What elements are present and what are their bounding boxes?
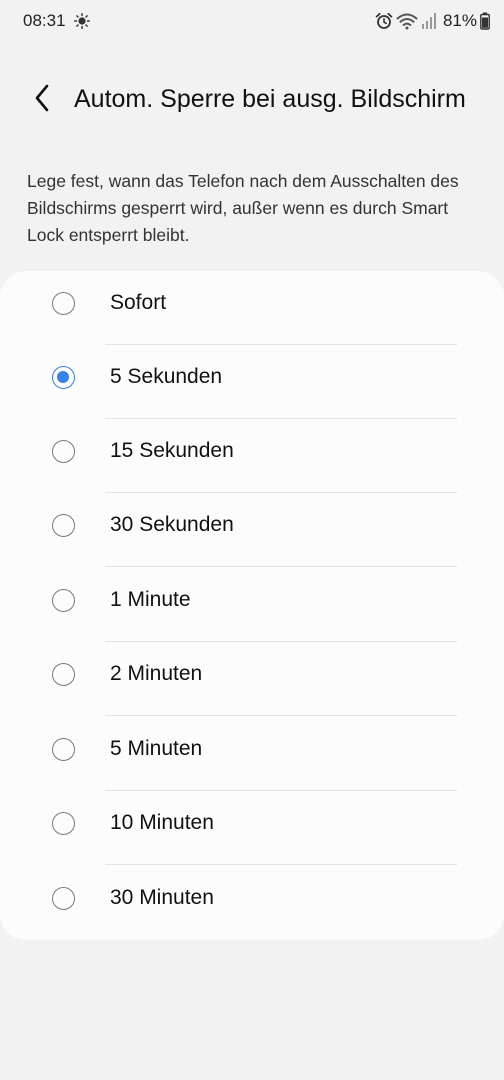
radio-button[interactable] (52, 589, 75, 612)
option-label: 30 Sekunden (110, 513, 234, 536)
option-30-sekunden[interactable]: 30 Sekunden (0, 493, 504, 567)
battery-icon (480, 12, 490, 30)
option-label: 2 Minuten (110, 662, 203, 685)
option-5-minuten[interactable]: 5 Minuten (0, 717, 504, 791)
option-label: Sofort (110, 291, 167, 314)
option-label: 5 Sekunden (110, 365, 223, 388)
options-list: Sofort 5 Sekunden 15 Sekunden 30 Sekunde… (0, 271, 504, 940)
option-30-minuten[interactable]: 30 Minuten (0, 866, 504, 940)
option-label: 5 Minuten (110, 737, 203, 760)
radio-button[interactable] (52, 738, 75, 761)
option-label: 1 Minute (110, 588, 191, 611)
radio-button[interactable] (52, 366, 75, 389)
option-1-minute[interactable]: 1 Minute (0, 568, 504, 642)
option-15-sekunden[interactable]: 15 Sekunden (0, 419, 504, 493)
option-5-sekunden[interactable]: 5 Sekunden (0, 345, 504, 419)
status-time: 08:31 (23, 11, 66, 30)
option-10-minuten[interactable]: 10 Minuten (0, 791, 504, 865)
radio-button[interactable] (52, 663, 75, 686)
sun-icon (74, 13, 90, 29)
status-icons: 81% (375, 10, 490, 32)
radio-button[interactable] (52, 292, 75, 315)
option-label: 30 Minuten (110, 886, 214, 909)
page-title: Autom. Sperre bei ausg. Bildschirm (74, 85, 466, 113)
option-2-minuten[interactable]: 2 Minuten (0, 642, 504, 716)
divider (105, 864, 457, 865)
battery-percentage: 81% (442, 11, 477, 30)
description-text: Lege fest, wann das Telefon nach dem Aus… (27, 171, 459, 245)
option-label: 10 Minuten (110, 811, 214, 834)
signal-icon (421, 12, 437, 30)
status-bar: 08:31 81% (0, 0, 504, 44)
option-label: 15 Sekunden (110, 439, 234, 462)
back-button[interactable] (22, 78, 62, 122)
radio-button[interactable] (52, 514, 75, 537)
radio-button[interactable] (52, 812, 75, 835)
wifi-icon (396, 12, 418, 30)
divider (105, 566, 457, 567)
radio-button[interactable] (52, 440, 75, 463)
chevron-left-icon (33, 84, 51, 117)
alarm-icon (375, 12, 393, 30)
option-sofort[interactable]: Sofort (0, 271, 504, 345)
radio-button[interactable] (52, 887, 75, 910)
app-bar: Autom. Sperre bei ausg. Bildschirm (0, 78, 504, 122)
divider (105, 715, 457, 716)
